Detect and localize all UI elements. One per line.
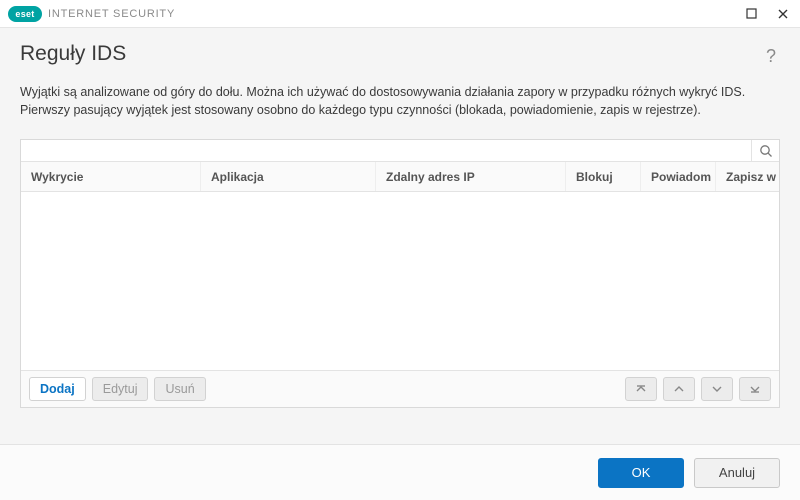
col-remote-ip[interactable]: Zdalny adres IP (376, 162, 566, 191)
window-controls (740, 4, 794, 24)
cancel-button[interactable]: Anuluj (694, 458, 780, 488)
delete-button[interactable]: Usuń (154, 377, 205, 401)
col-log[interactable]: Zapisz w dzie (716, 162, 779, 191)
add-button[interactable]: Dodaj (29, 377, 86, 401)
col-block[interactable]: Blokuj (566, 162, 641, 191)
rules-table: Wykrycie Aplikacja Zdalny adres IP Bloku… (20, 139, 780, 408)
brand-logo: eset (8, 6, 42, 22)
content-area: Reguły IDS ? Wyjątki są analizowane od g… (0, 28, 800, 408)
ok-button[interactable]: OK (598, 458, 684, 488)
brand: eset INTERNET SECURITY (8, 6, 175, 22)
search-input[interactable] (21, 140, 751, 161)
page-title: Reguły IDS (20, 42, 126, 66)
col-application[interactable]: Aplikacja (201, 162, 376, 191)
brand-product: INTERNET SECURITY (48, 8, 175, 20)
table-actions: Dodaj Edytuj Usuń (21, 370, 779, 407)
move-down-button[interactable] (701, 377, 733, 401)
help-icon[interactable]: ? (762, 42, 780, 71)
search-icon[interactable] (751, 140, 779, 161)
page-description: Wyjątki są analizowane od góry do dołu. … (20, 83, 780, 119)
table-header: Wykrycie Aplikacja Zdalny adres IP Bloku… (21, 162, 779, 192)
search-row (21, 140, 779, 162)
titlebar: eset INTERNET SECURITY (0, 0, 800, 28)
dialog-footer: OK Anuluj (0, 444, 800, 500)
move-up-button[interactable] (663, 377, 695, 401)
table-body[interactable] (21, 192, 779, 370)
move-top-button[interactable] (625, 377, 657, 401)
col-detection[interactable]: Wykrycie (21, 162, 201, 191)
edit-button[interactable]: Edytuj (92, 377, 149, 401)
close-button[interactable] (772, 4, 794, 24)
move-bottom-button[interactable] (739, 377, 771, 401)
maximize-button[interactable] (740, 4, 762, 24)
col-notify[interactable]: Powiadom (641, 162, 716, 191)
